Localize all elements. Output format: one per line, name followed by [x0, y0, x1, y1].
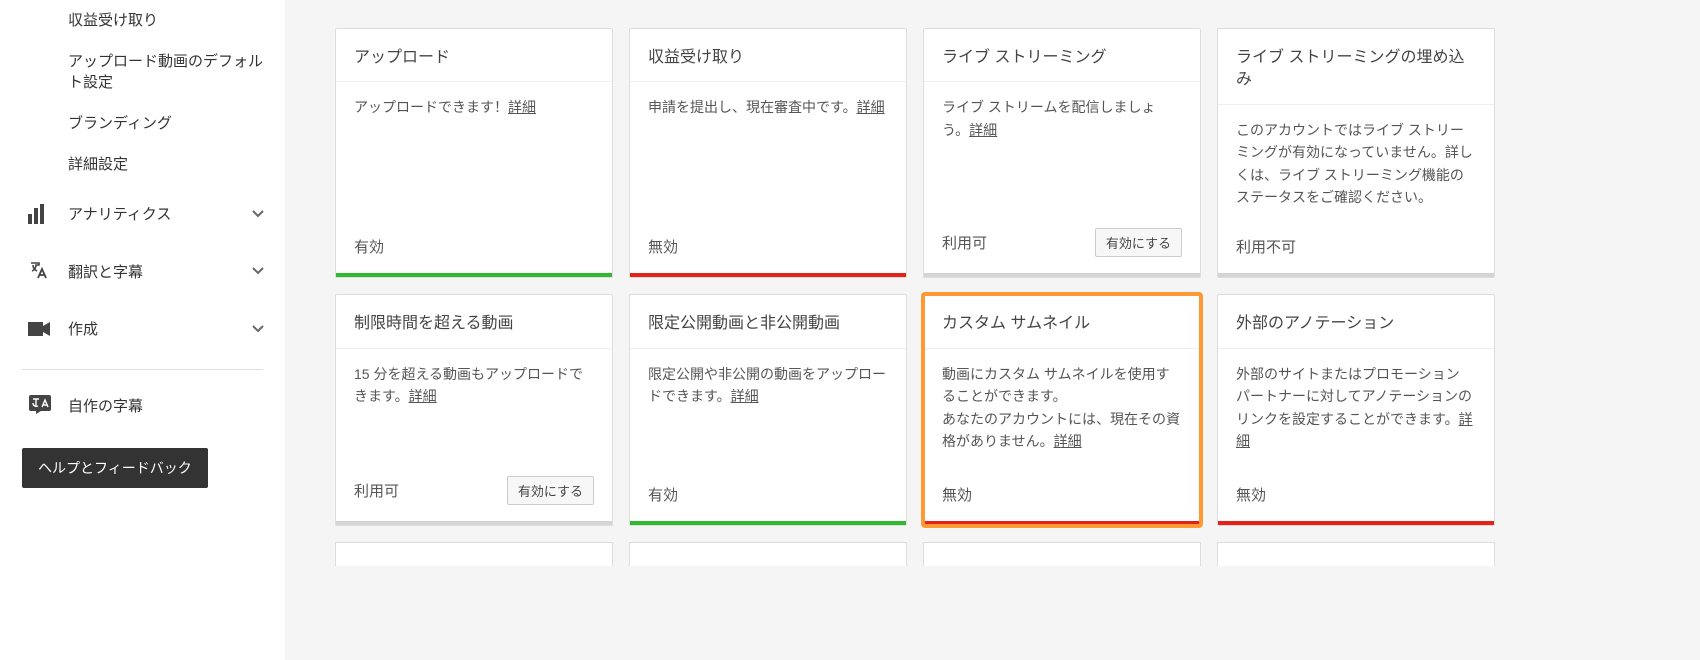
- card-description: 限定公開や非公開の動画をアップロードできます。: [648, 366, 886, 404]
- card-footer: 無効: [924, 470, 1200, 521]
- card-footer: 有効: [630, 470, 906, 521]
- feature-cards-grid: アップロードアップロードできます！詳細有効収益受け取り申請を提出し、現在審査中で…: [335, 28, 1680, 526]
- help-feedback-button[interactable]: ヘルプとフィードバック: [22, 448, 208, 488]
- sidebar-section-label: 翻訳と字幕: [68, 261, 251, 282]
- sidebar-section-create[interactable]: 作成: [0, 300, 285, 357]
- feature-card: [1217, 542, 1495, 566]
- card-footer: 利用可 有効にする: [336, 462, 612, 521]
- card-footer: 利用可 有効にする: [924, 214, 1200, 273]
- feature-card: カスタム サムネイル動画にカスタム サムネイルを使用することができます。あなたの…: [923, 294, 1201, 526]
- camera-icon: [28, 320, 56, 338]
- status-bar: [924, 521, 1200, 525]
- sidebar-section-analytics[interactable]: アナリティクス: [0, 185, 285, 242]
- feature-card: ライブ ストリーミングライブ ストリームを配信しましょう。詳細利用可 有効にする: [923, 28, 1201, 278]
- sidebar: 収益受け取り アップロード動画のデフォルト設定 ブランディング 詳細設定 アナリ…: [0, 0, 285, 660]
- detail-link[interactable]: 詳細: [969, 122, 997, 138]
- card-description: このアカウントではライブ ストリーミングが有効になっていません。詳しくは、ライブ…: [1236, 122, 1473, 205]
- card-description: 15 分を超える動画もアップロードできます。: [354, 366, 583, 404]
- feature-card: [629, 542, 907, 566]
- card-body: ライブ ストリームを配信しましょう。詳細: [924, 82, 1200, 214]
- card-footer: 有効: [336, 222, 612, 273]
- status-bar: [630, 521, 906, 525]
- card-body: 外部のサイトまたはプロモーション パートナーに対してアノテーションのリンクを設定…: [1218, 349, 1494, 471]
- card-title: 限定公開動画と非公開動画: [630, 295, 906, 348]
- feature-card: ライブ ストリーミングの埋め込みこのアカウントではライブ ストリーミングが有効に…: [1217, 28, 1495, 278]
- analytics-icon: [28, 204, 56, 224]
- sidebar-item-branding[interactable]: ブランディング: [68, 103, 265, 144]
- feature-card: [335, 542, 613, 566]
- feature-card: [923, 542, 1201, 566]
- card-title: 外部のアノテーション: [1218, 295, 1494, 348]
- card-body: このアカウントではライブ ストリーミングが有効になっていません。詳しくは、ライブ…: [1218, 105, 1494, 223]
- card-description: 動画にカスタム サムネイルを使用することができます。: [942, 366, 1170, 404]
- card-title: ライブ ストリーミングの埋め込み: [1218, 29, 1494, 105]
- status-label: 利用可: [354, 480, 399, 501]
- sidebar-link-captions[interactable]: 自作の字幕: [0, 382, 285, 428]
- card-description: 外部のサイトまたはプロモーション パートナーに対してアノテーションのリンクを設定…: [1236, 366, 1472, 427]
- next-row-peek: [335, 542, 1680, 566]
- chevron-down-icon: [251, 322, 265, 336]
- card-title: 収益受け取り: [630, 29, 906, 82]
- enable-button[interactable]: 有効にする: [507, 476, 594, 505]
- card-body: 15 分を超える動画もアップロードできます。詳細: [336, 349, 612, 463]
- sidebar-section-translate[interactable]: 翻訳と字幕: [0, 242, 285, 300]
- card-description: 申請を提出し、現在審査中です。: [648, 99, 857, 115]
- chevron-down-icon: [251, 264, 265, 278]
- feature-card: アップロードアップロードできます！詳細有効: [335, 28, 613, 278]
- detail-link[interactable]: 詳細: [731, 388, 759, 404]
- status-bar: [336, 521, 612, 525]
- divider: [22, 369, 263, 370]
- sidebar-section-label: 作成: [68, 318, 251, 339]
- main-content: アップロードアップロードできます！詳細有効収益受け取り申請を提出し、現在審査中で…: [285, 0, 1700, 660]
- captions-icon: [28, 394, 56, 416]
- enable-button[interactable]: 有効にする: [1095, 228, 1182, 257]
- card-footer: 無効: [630, 222, 906, 273]
- translate-icon: [28, 260, 56, 282]
- card-body: 動画にカスタム サムネイルを使用することができます。あなたのアカウントには、現在…: [924, 349, 1200, 471]
- sidebar-section-label: アナリティクス: [68, 203, 251, 224]
- card-title: カスタム サムネイル: [924, 295, 1200, 348]
- card-title: アップロード: [336, 29, 612, 82]
- status-label: 無効: [942, 484, 972, 505]
- detail-link[interactable]: 詳細: [409, 388, 437, 404]
- card-body: 申請を提出し、現在審査中です。詳細: [630, 82, 906, 222]
- status-label: 無効: [648, 236, 678, 257]
- card-footer: 利用不可: [1218, 222, 1494, 273]
- sidebar-sub-list: 収益受け取り アップロード動画のデフォルト設定 ブランディング 詳細設定: [0, 0, 285, 185]
- card-description: アップロードできます！: [354, 99, 508, 115]
- sidebar-item-upload-defaults[interactable]: アップロード動画のデフォルト設定: [68, 41, 265, 103]
- status-bar: [1218, 521, 1494, 525]
- card-footer: 無効: [1218, 470, 1494, 521]
- card-title: 制限時間を超える動画: [336, 295, 612, 348]
- status-label: 利用可: [942, 232, 987, 253]
- status-bar: [1218, 273, 1494, 277]
- feature-card: 限定公開動画と非公開動画限定公開や非公開の動画をアップロードできます。詳細有効: [629, 294, 907, 526]
- feature-card: 外部のアノテーション外部のサイトまたはプロモーション パートナーに対してアノテー…: [1217, 294, 1495, 526]
- status-bar: [630, 273, 906, 277]
- card-body: 限定公開や非公開の動画をアップロードできます。詳細: [630, 349, 906, 471]
- detail-link[interactable]: 詳細: [857, 99, 885, 115]
- status-bar: [924, 273, 1200, 277]
- detail-link[interactable]: 詳細: [1054, 433, 1082, 449]
- feature-card: 収益受け取り申請を提出し、現在審査中です。詳細無効: [629, 28, 907, 278]
- status-label: 無効: [1236, 484, 1266, 505]
- status-bar: [336, 273, 612, 277]
- sidebar-item-monetization[interactable]: 収益受け取り: [68, 0, 265, 41]
- card-body: アップロードできます！詳細: [336, 82, 612, 222]
- card-title: ライブ ストリーミング: [924, 29, 1200, 82]
- chevron-down-icon: [251, 207, 265, 221]
- detail-link[interactable]: 詳細: [508, 99, 536, 115]
- feature-card: 制限時間を超える動画15 分を超える動画もアップロードできます。詳細利用可有効に…: [335, 294, 613, 526]
- sidebar-item-advanced[interactable]: 詳細設定: [68, 144, 265, 185]
- status-label: 利用不可: [1236, 236, 1296, 257]
- status-label: 有効: [354, 236, 384, 257]
- sidebar-link-label: 自作の字幕: [68, 395, 143, 416]
- status-label: 有効: [648, 484, 678, 505]
